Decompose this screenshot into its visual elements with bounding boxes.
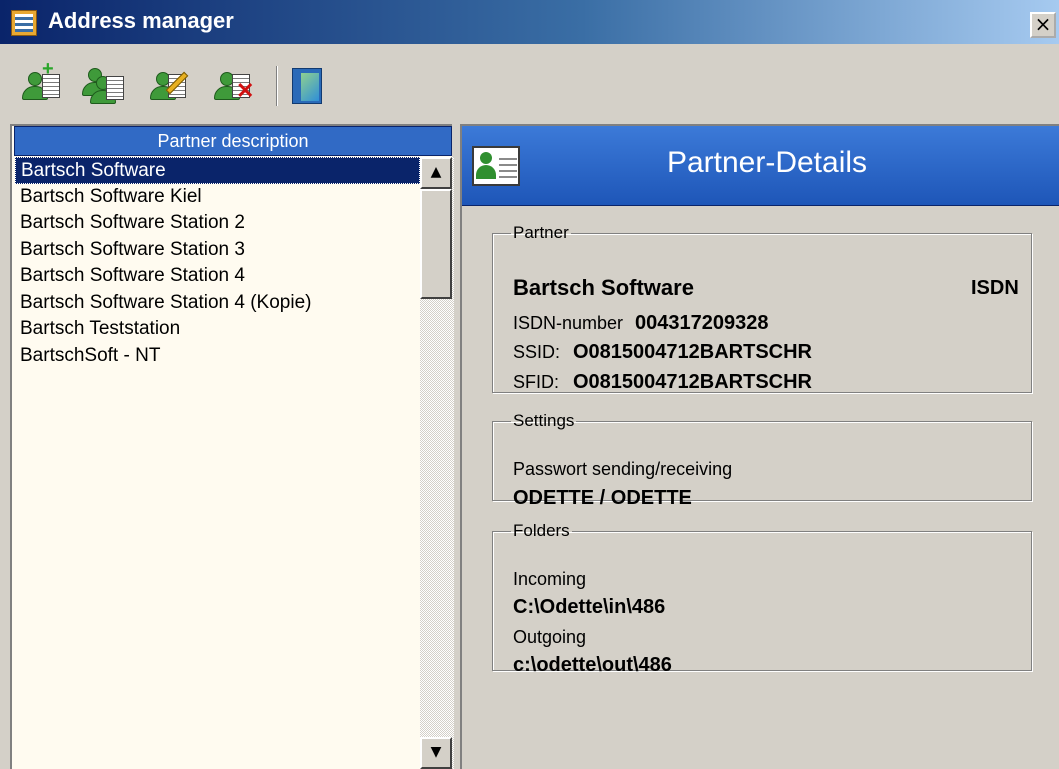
isdn-number-label: ISDN-number [513,313,624,333]
password-value: ODETTE / ODETTE [513,487,692,509]
settings-group-legend: Settings [513,411,575,430]
vertical-scrollbar[interactable]: ▲ ▼ [420,157,454,769]
partner-group: Partner Bartsch Software ISDN ISDN-numbe… [492,223,1032,393]
list-item[interactable]: Bartsch Software Station 2 [15,210,420,237]
partner-list[interactable]: Bartsch Software Bartsch Software Kiel B… [15,157,420,369]
edit-partner-button[interactable] [148,68,189,104]
scroll-up-button[interactable]: ▲ [420,157,452,189]
exit-button[interactable] [292,68,332,104]
sfid-value: O0815004712BARTSCHR [573,371,813,393]
address-book-icon [11,10,37,36]
incoming-label: Incoming [513,569,587,589]
partner-details-panel: Partner-Details Partner Bartsch Software… [460,124,1059,769]
list-item[interactable]: Bartsch Software Station 3 [15,237,420,264]
delete-partner-button[interactable]: ✕ [212,68,254,104]
outgoing-label: Outgoing [513,627,587,647]
add-partner-button[interactable]: + [20,58,60,104]
list-item[interactable]: Bartsch Software Station 4 (Kopie) [15,290,420,317]
list-item[interactable]: BartschSoft - NT [15,343,420,370]
settings-group: Settings Passwort sending/receiving ODET… [492,411,1032,509]
partner-name: Bartsch Software [513,275,694,300]
connection-type: ISDN [971,277,1019,299]
close-button[interactable]: × [1030,12,1056,38]
password-label: Passwort sending/receiving [513,459,733,479]
incoming-folder-value: C:\Odette\in\486 [513,596,666,618]
folders-group-legend: Folders [513,521,570,540]
isdn-number-value: 004317209328 [635,312,769,334]
outgoing-folder-value: c:\odette\out\486 [513,654,672,676]
scroll-down-button[interactable]: ▼ [420,737,452,769]
partner-card-icon [472,146,520,186]
toolbar: + ✕ [0,44,1059,118]
sfid-label: SFID: [513,372,560,392]
toolbar-separator [276,66,278,106]
partner-list-panel: Partner description Bartsch Software Bar… [10,124,454,769]
list-item[interactable]: Bartsch Teststation [15,316,420,343]
window-title: Address manager [48,8,234,33]
copy-partner-button[interactable] [82,68,124,104]
details-header: Partner-Details [462,126,1059,206]
ssid-value: O0815004712BARTSCHR [573,341,813,363]
door-exit-icon [292,68,322,104]
list-item[interactable]: Bartsch Software [15,157,420,184]
folders-group: Folders Incoming C:\Odette\in\486 Outgoi… [492,521,1032,676]
list-item[interactable]: Bartsch Software Station 4 [15,263,420,290]
list-item[interactable]: Bartsch Software Kiel [15,184,420,211]
partner-description-column-header[interactable]: Partner description [14,126,452,156]
title-bar[interactable]: Address manager × [0,0,1059,44]
scrollbar-thumb[interactable] [420,189,452,299]
details-title: Partner-Details [666,146,868,179]
ssid-label: SSID: [513,342,561,362]
partner-group-legend: Partner [513,223,569,242]
